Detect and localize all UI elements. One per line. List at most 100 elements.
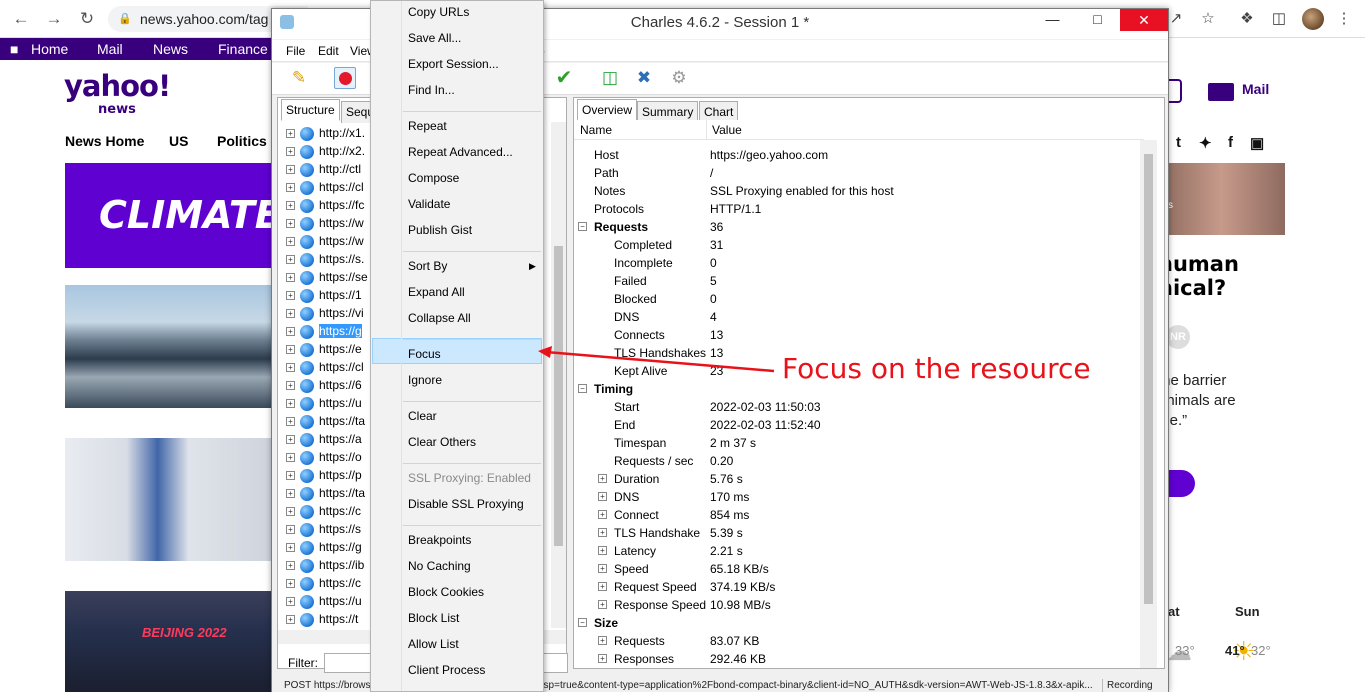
reload-icon[interactable]: ↻ — [76, 9, 98, 29]
tumblr-icon[interactable]: t — [1176, 134, 1181, 151]
tree-row[interactable]: + https://ta — [286, 412, 365, 430]
expand-icon[interactable]: + — [286, 453, 295, 463]
expand-icon[interactable]: + — [286, 597, 295, 607]
expand-icon[interactable]: + — [286, 435, 295, 445]
tree-row[interactable]: + https://c — [286, 502, 361, 520]
expand-icon[interactable]: + — [598, 474, 607, 483]
menu-file[interactable]: File — [286, 44, 305, 58]
tree-row[interactable]: + https://u — [286, 592, 362, 610]
side-headline[interactable]: human hical? — [1158, 252, 1239, 300]
expand-icon[interactable]: − — [578, 618, 587, 627]
menu-item-block-list[interactable]: Block List — [408, 610, 459, 626]
expand-icon[interactable]: + — [286, 165, 295, 175]
tab-structure[interactable]: Structure — [281, 99, 340, 121]
tree-row[interactable]: + https://g — [286, 322, 362, 340]
overview-scroll-thumb[interactable] — [1144, 154, 1153, 604]
menu-item-collapse-all[interactable]: Collapse All — [408, 310, 471, 326]
mail-link[interactable]: Mail — [1242, 81, 1269, 97]
broom-icon[interactable]: ✎ — [288, 67, 310, 89]
menu-item-copy-urls[interactable]: Copy URLs — [408, 4, 469, 20]
tree-row[interactable]: + https://fc — [286, 196, 364, 214]
overview-row[interactable]: Requests / sec 0.20 — [574, 452, 1140, 470]
overview-row[interactable]: + Speed 65.18 KB/s — [574, 560, 1140, 578]
overview-row[interactable]: + Latency 2.21 s — [574, 542, 1140, 560]
overview-row[interactable]: + Request Speed 374.19 KB/s — [574, 578, 1140, 596]
facebook-icon[interactable]: f — [1228, 134, 1233, 151]
tree-row[interactable]: + https://s. — [286, 250, 364, 268]
tree-row[interactable]: + https://g — [286, 538, 362, 556]
overview-row[interactable]: End 2022-02-03 11:52:40 — [574, 416, 1140, 434]
menu-item-clear-others[interactable]: Clear Others — [408, 434, 476, 450]
overview-row[interactable]: Path / — [574, 164, 1140, 182]
sidebar-icon[interactable]: ◫ — [1269, 9, 1289, 29]
search-box-edge[interactable] — [1168, 79, 1182, 103]
expand-icon[interactable]: − — [578, 384, 587, 393]
climate-banner[interactable]: CLIMATE C — [65, 163, 271, 268]
menu-item-allow-list[interactable]: Allow List — [408, 636, 459, 652]
expand-icon[interactable]: + — [598, 654, 607, 663]
tree-row[interactable]: + https://ib — [286, 556, 364, 574]
tree-row[interactable]: + https://o — [286, 448, 362, 466]
tree-row[interactable]: + https://cl — [286, 178, 364, 196]
expand-icon[interactable]: + — [598, 546, 607, 555]
expand-icon[interactable]: + — [286, 543, 295, 553]
settings-gear-icon[interactable]: ⚙ — [668, 67, 690, 89]
overview-row[interactable]: Incomplete 0 — [574, 254, 1140, 272]
record-icon[interactable] — [334, 67, 356, 89]
column-divider[interactable] — [706, 120, 707, 140]
expand-icon[interactable]: + — [286, 291, 295, 301]
expand-icon[interactable]: + — [286, 237, 295, 247]
tree-row[interactable]: + http://ctl — [286, 160, 361, 178]
nav-news-home[interactable]: News Home — [65, 133, 144, 149]
expand-icon[interactable]: + — [286, 525, 295, 535]
tree-row[interactable]: + https://u — [286, 394, 362, 412]
overview-row[interactable]: + DNS 170 ms — [574, 488, 1140, 506]
expand-icon[interactable]: + — [598, 528, 607, 537]
menu-item-no-caching[interactable]: No Caching — [408, 558, 471, 574]
tree-scroll-thumb[interactable] — [554, 246, 563, 546]
overview-row[interactable]: DNS 4 — [574, 308, 1140, 326]
overview-row[interactable]: + TLS Handshake 5.39 s — [574, 524, 1140, 542]
tree-row[interactable]: + https://ta — [286, 484, 365, 502]
overview-row[interactable]: Failed 5 — [574, 272, 1140, 290]
tree-row[interactable]: + https://w — [286, 214, 364, 232]
menu-item-expand-all[interactable]: Expand All — [408, 284, 465, 300]
star-icon[interactable]: ☆ — [1198, 9, 1218, 29]
expand-icon[interactable]: + — [286, 561, 295, 571]
forward-icon[interactable]: → — [43, 9, 65, 29]
expand-icon[interactable]: + — [286, 399, 295, 409]
menu-item-save-all[interactable]: Save All... — [408, 30, 461, 46]
menu-item-focus[interactable]: Focus — [408, 346, 441, 362]
tree-row[interactable]: + https://s — [286, 520, 361, 538]
menu-edit[interactable]: Edit — [318, 44, 339, 58]
menu-item-ignore[interactable]: Ignore — [408, 372, 442, 388]
twitter-icon[interactable]: ✦ — [1199, 134, 1212, 152]
tree-row[interactable]: + https://vi — [286, 304, 364, 322]
expand-icon[interactable]: + — [286, 201, 295, 211]
expand-icon[interactable]: + — [598, 564, 607, 573]
overview-row[interactable]: Notes SSL Proxying enabled for this host — [574, 182, 1140, 200]
expand-icon[interactable]: + — [598, 492, 607, 501]
tree-row[interactable]: + https://p — [286, 466, 362, 484]
topbar-finance[interactable]: Finance — [218, 38, 268, 60]
home-icon[interactable]: ■ — [10, 38, 18, 60]
overview-row[interactable]: Timespan 2 m 37 s — [574, 434, 1140, 452]
menu-item-publish-gist[interactable]: Publish Gist — [408, 222, 472, 238]
recording-indicator[interactable]: Recording — [1102, 679, 1157, 692]
profile-avatar[interactable] — [1302, 8, 1324, 30]
tree-row[interactable]: + https://6 — [286, 376, 362, 394]
menu-item-export-session[interactable]: Export Session... — [408, 56, 499, 72]
overview-row[interactable]: Host https://geo.yahoo.com — [574, 146, 1140, 164]
close-icon[interactable]: ✕ — [1120, 9, 1168, 31]
expand-icon[interactable]: + — [286, 273, 295, 283]
back-icon[interactable]: ← — [10, 9, 32, 29]
overview-row[interactable]: + Duration 5.76 s — [574, 470, 1140, 488]
read-more-button[interactable] — [1166, 470, 1195, 497]
tools-icon[interactable]: ✖ — [633, 67, 655, 89]
overview-row[interactable]: + Response Speed 10.98 MB/s — [574, 596, 1140, 614]
overview-row[interactable]: Protocols HTTP/1.1 — [574, 200, 1140, 218]
expand-icon[interactable]: + — [286, 219, 295, 229]
menu-item-validate[interactable]: Validate — [408, 196, 450, 212]
instagram-icon[interactable]: ▣ — [1250, 134, 1264, 152]
overview-row[interactable]: Start 2022-02-03 11:50:03 — [574, 398, 1140, 416]
